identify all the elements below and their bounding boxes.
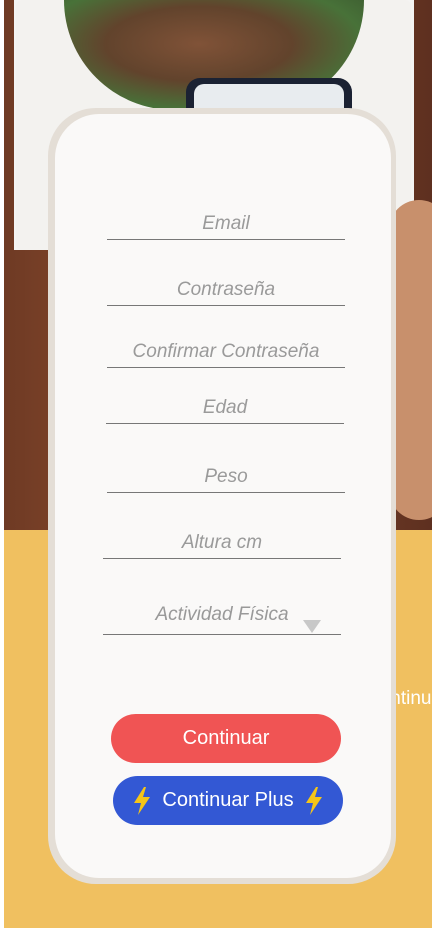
physical-activity-select[interactable]: Actividad Física [103, 600, 341, 635]
continue-button[interactable]: Continuar [111, 714, 341, 763]
continue-plus-button[interactable]: Continuar Plus [113, 776, 343, 825]
continue-button-label: Continuar [182, 727, 270, 749]
continue-plus-button-label: Continuar Plus [162, 789, 294, 811]
triangle-down-icon[interactable] [303, 620, 321, 633]
confirm-password-field[interactable] [107, 337, 345, 368]
email-input[interactable] [107, 209, 345, 239]
weight-field[interactable] [107, 462, 345, 493]
age-input[interactable] [106, 393, 344, 423]
password-input[interactable] [107, 275, 345, 305]
email-field[interactable] [107, 209, 345, 240]
weight-input[interactable] [107, 462, 345, 492]
confirm-password-input[interactable] [107, 337, 345, 367]
lightning-bolt-icon [134, 786, 151, 815]
lightning-bolt-icon [305, 786, 322, 815]
age-field[interactable] [106, 393, 344, 424]
height-input[interactable] [103, 528, 341, 558]
password-field[interactable] [107, 275, 345, 306]
height-field[interactable] [103, 528, 341, 559]
